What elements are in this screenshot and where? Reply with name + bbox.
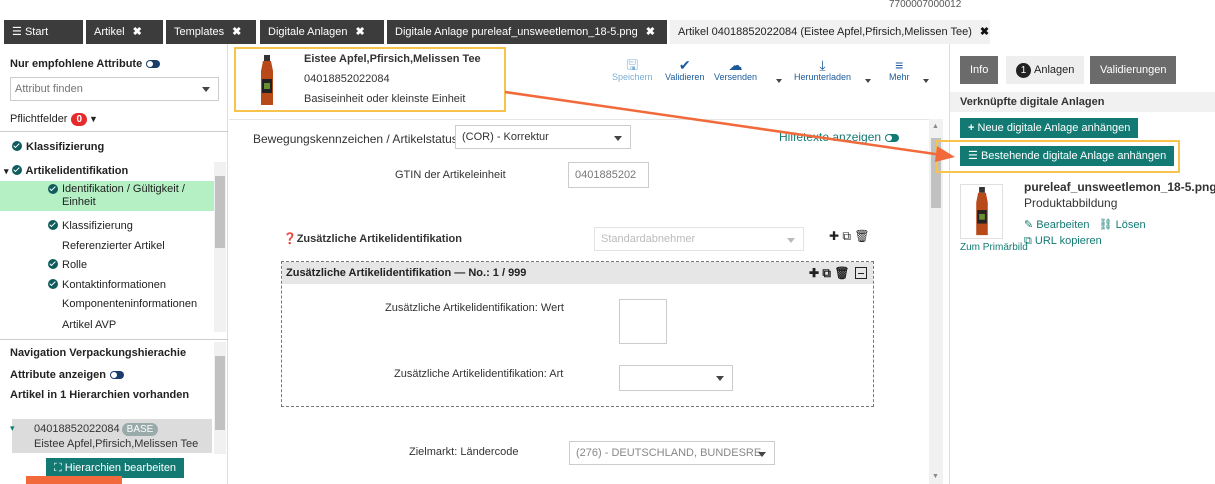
arrow-head bbox=[935, 146, 955, 162]
arrow-line bbox=[504, 90, 943, 157]
annotation-arrow bbox=[504, 90, 955, 162]
